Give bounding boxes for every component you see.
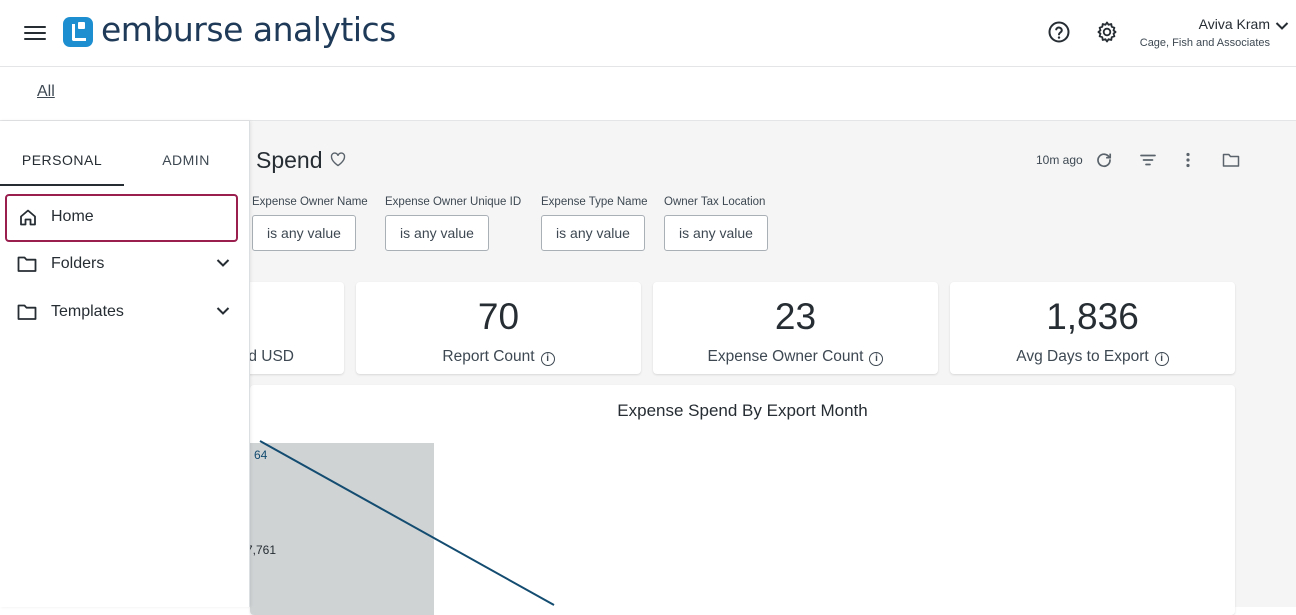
tab-admin[interactable]: ADMIN [124, 121, 248, 186]
kpi-label: Expense Owner Count [707, 348, 864, 365]
sidebar-item-label: Templates [51, 303, 124, 320]
filter-expense-owner-name: Expense Owner Name is any value [252, 196, 368, 251]
dashboard-title: Spend [256, 147, 323, 173]
sidebar-item-templates[interactable]: Templates [5, 289, 238, 337]
top-header: emburse analytics Aviva Kram Cage, Fish … [0, 0, 1296, 67]
chart-bar[interactable] [250, 443, 434, 615]
kpi-label: Report Count [442, 348, 535, 365]
folder-icon[interactable] [1222, 151, 1240, 169]
expense-spend-chart: Expense Spend By Export Month 64 7,761 [250, 385, 1235, 615]
chevron-down-icon[interactable] [1275, 21, 1289, 31]
sidebar-item-label: Folders [51, 255, 105, 272]
filter-label: Expense Owner Unique ID [385, 196, 522, 208]
tab-personal[interactable]: PERSONAL [0, 121, 124, 186]
home-icon [20, 209, 36, 226]
refresh-icon[interactable] [1095, 151, 1113, 169]
chevron-down-icon[interactable] [216, 306, 230, 316]
kpi-label: d USD [248, 348, 294, 365]
filter-value-button[interactable]: is any value [664, 215, 768, 251]
filter-expense-owner-unique-id: Expense Owner Unique ID is any value [385, 196, 521, 251]
gear-icon[interactable] [1095, 20, 1119, 44]
help-icon[interactable] [1047, 20, 1071, 44]
kpi-value: 1,836 [1046, 296, 1139, 337]
kpi-value: 70 [477, 296, 520, 337]
chart-line-data-label: 64 [254, 448, 268, 462]
info-icon[interactable]: i [869, 352, 884, 366]
kpi-expense-owner-count: 23 Expense Owner Count i [653, 282, 938, 374]
kpi-report-count: 70 Report Count i [356, 282, 641, 374]
filter-label: Expense Owner Name [252, 196, 368, 208]
kpi-label-row: Expense Owner Count i [653, 348, 938, 366]
breadcrumb-all-link[interactable]: All [37, 83, 55, 101]
app-logo-text: emburse analytics [101, 10, 396, 49]
chart-plot: 64 7,761 [250, 440, 555, 615]
filter-expense-type-name: Expense Type Name is any value [541, 196, 648, 251]
chart-bar-data-label: 7,761 [250, 543, 276, 557]
filter-value-button[interactable]: is any value [541, 215, 645, 251]
folder-icon [17, 256, 37, 272]
last-updated-text: 10m ago [1036, 153, 1083, 167]
heart-icon[interactable] [330, 152, 346, 167]
folder-icon [17, 304, 37, 320]
filter-owner-tax-location: Owner Tax Location is any value [664, 196, 768, 251]
filter-label: Owner Tax Location [664, 196, 766, 208]
sidebar-item-label: Home [51, 208, 94, 225]
kpi-value: 23 [774, 296, 817, 337]
sidebar-item-folders[interactable]: Folders [5, 241, 238, 289]
menu-icon[interactable] [24, 22, 46, 42]
info-icon[interactable]: i [1154, 352, 1169, 366]
user-organization: Cage, Fish and Associates [1139, 37, 1270, 49]
filter-icon[interactable] [1139, 151, 1157, 169]
navigation-panel: PERSONAL ADMIN Home Folders Templates [0, 121, 250, 607]
breadcrumb: All [0, 67, 1296, 121]
filter-value-button[interactable]: is any value [385, 215, 489, 251]
filter-label: Expense Type Name [541, 196, 648, 208]
emburse-logo-icon [63, 17, 93, 47]
user-name[interactable]: Aviva Kram [1199, 16, 1270, 32]
filter-value-button[interactable]: is any value [252, 215, 356, 251]
kpi-label-row: Avg Days to Export i [950, 348, 1235, 366]
sidebar-item-home[interactable]: Home [5, 194, 238, 242]
more-vertical-icon[interactable] [1179, 151, 1197, 169]
info-icon[interactable]: i [540, 352, 555, 366]
kpi-label: Avg Days to Export [1016, 348, 1149, 365]
kpi-avg-days-to-export: 1,836 Avg Days to Export i [950, 282, 1235, 374]
chevron-down-icon[interactable] [216, 258, 230, 268]
kpi-label-row: Report Count i [356, 348, 641, 366]
